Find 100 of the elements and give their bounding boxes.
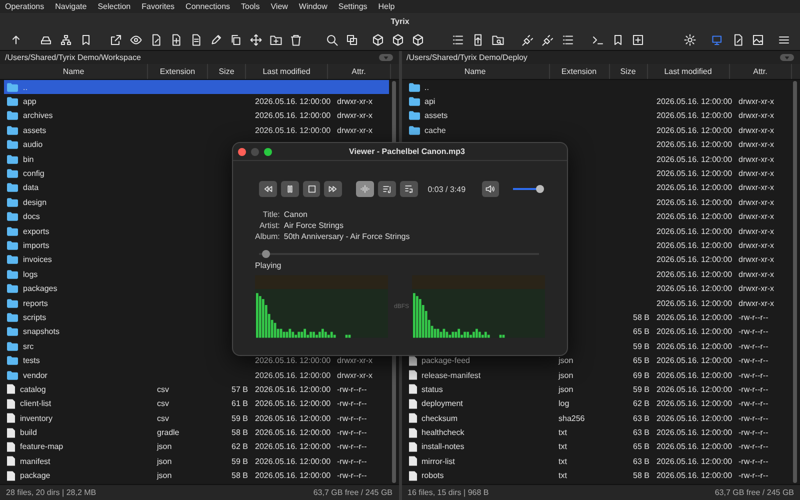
field-label: Title: xyxy=(262,210,280,219)
pause-button[interactable] xyxy=(280,181,299,197)
date-text: 2026.05.16. 12:00:00 xyxy=(255,414,331,423)
extension-text: csv xyxy=(157,414,169,423)
attributes-text: drwxr-xr-x xyxy=(337,126,373,135)
column-header[interactable]: Extension xyxy=(148,64,208,79)
attributes-text: drwxr-xr-x xyxy=(738,284,774,294)
file-icon xyxy=(408,470,416,481)
date-text: 2026.05.16. 12:00:00 xyxy=(656,154,732,164)
folder-icon xyxy=(7,126,18,135)
file-name: cache xyxy=(424,126,446,135)
extension-text: json xyxy=(157,471,172,480)
date-text: 2026.05.16. 12:00:00 xyxy=(656,414,732,423)
date-text: 2026.05.16. 12:00:00 xyxy=(656,126,732,135)
speaker-icon xyxy=(485,184,496,194)
extension-text: sha256 xyxy=(558,414,585,423)
rewind-button[interactable] xyxy=(259,181,277,197)
column-header[interactable]: Extension xyxy=(550,64,610,79)
extension-text: csv xyxy=(157,399,169,408)
file-name: build xyxy=(20,428,37,438)
path-text: /Users/Shared/Tyrix Demo/Deploy xyxy=(406,53,528,62)
attributes-text: drwxr-xr-x xyxy=(738,140,774,150)
file-icon xyxy=(408,456,416,466)
menu-item[interactable]: Navigate xyxy=(55,2,87,11)
attributes-text: drwxr-xr-x xyxy=(738,255,774,264)
file-icon xyxy=(408,413,416,424)
file-icon xyxy=(408,384,416,394)
folder-icon xyxy=(7,226,18,236)
attributes-text: -rw-r--r-- xyxy=(337,456,367,466)
file-name: catalog xyxy=(20,384,46,394)
waveform-icon xyxy=(360,184,370,194)
size-text: 58 B xyxy=(633,471,650,480)
menu-item[interactable]: Operations xyxy=(5,2,44,11)
menu-item[interactable]: Connections xyxy=(186,2,230,11)
column-header[interactable]: Last modified xyxy=(246,64,328,79)
file-name: exports xyxy=(23,226,50,236)
folder-icon xyxy=(7,111,18,120)
date-text: 2026.05.16. 12:00:00 xyxy=(255,356,331,366)
menu-item[interactable]: Help xyxy=(378,2,395,11)
size-text: 63 B xyxy=(633,428,650,438)
folder-icon xyxy=(7,356,18,366)
folder-icon xyxy=(408,97,420,106)
fast-forward-button[interactable] xyxy=(324,181,342,197)
file-name: manifest xyxy=(20,456,50,466)
menu-item[interactable]: View xyxy=(270,2,288,11)
scrollbar-thumb[interactable] xyxy=(793,81,797,483)
file-icon xyxy=(408,442,416,452)
free-space-text: 63,7 GB free / 245 GB xyxy=(714,488,794,497)
menu-item[interactable]: Selection xyxy=(98,2,131,11)
extension-text: txt xyxy=(558,442,567,452)
date-text: 2026.05.16. 12:00:00 xyxy=(656,111,732,120)
attributes-text: drwxr-xr-x xyxy=(337,370,373,380)
column-header[interactable]: Attr. xyxy=(328,64,390,79)
folder-icon xyxy=(7,198,18,207)
playlist-button[interactable] xyxy=(378,181,396,197)
column-header[interactable]: Attr. xyxy=(730,64,792,79)
attributes-text: -rw-r--r-- xyxy=(337,414,367,423)
column-header[interactable]: Name xyxy=(0,64,148,79)
file-name: status xyxy=(422,384,443,394)
file-icon xyxy=(408,428,416,438)
path-text: /Users/Shared/Tyrix Demo/Workspace xyxy=(5,53,141,62)
folder-icon xyxy=(7,183,18,192)
volume-slider[interactable] xyxy=(513,186,546,192)
attributes-text: -rw-r--r-- xyxy=(738,399,768,408)
file-name: .. xyxy=(23,82,28,92)
date-text: 2026.05.16. 12:00:00 xyxy=(656,226,732,236)
extension-text: log xyxy=(558,399,570,408)
folder-icon xyxy=(408,111,420,120)
attributes-text: -rw-r--r-- xyxy=(337,428,367,438)
size-text: 61 B xyxy=(232,399,248,408)
selected-row[interactable]: .. xyxy=(4,80,388,94)
field-value: Canon xyxy=(284,210,308,219)
size-text: 58 B xyxy=(232,471,248,480)
size-text: 65 B xyxy=(633,327,650,336)
seek-slider[interactable] xyxy=(259,250,539,258)
close-button[interactable] xyxy=(238,148,246,156)
volume-button[interactable] xyxy=(482,181,500,197)
repeat-list-button[interactable] xyxy=(400,181,418,197)
attributes-text: -rw-r--r-- xyxy=(337,471,367,480)
folder-icon xyxy=(408,82,420,92)
folder-icon xyxy=(7,240,18,250)
free-space-text: 63,7 GB free / 245 GB xyxy=(313,488,392,497)
file-name: deployment xyxy=(422,399,463,408)
folder-icon xyxy=(7,312,18,322)
column-header[interactable]: Size xyxy=(610,64,648,79)
attributes-text: drwxr-xr-x xyxy=(738,126,774,135)
column-header[interactable]: Name xyxy=(402,64,550,79)
menu-item[interactable]: Favorites xyxy=(142,2,175,11)
folder-icon xyxy=(7,82,18,92)
menu-item[interactable]: Tools xyxy=(241,2,260,11)
file-name: feature-map xyxy=(20,442,64,452)
menu-item[interactable]: Window xyxy=(298,2,328,11)
attributes-text: drwxr-xr-x xyxy=(738,198,774,207)
menu-item[interactable]: Settings xyxy=(338,2,368,11)
stop-button[interactable] xyxy=(302,181,320,197)
zoom-button[interactable] xyxy=(264,148,272,156)
column-header[interactable]: Size xyxy=(208,64,246,79)
attributes-text: drwxr-xr-x xyxy=(337,356,373,366)
waveform-button[interactable] xyxy=(356,181,374,197)
column-header[interactable]: Last modified xyxy=(648,64,730,79)
